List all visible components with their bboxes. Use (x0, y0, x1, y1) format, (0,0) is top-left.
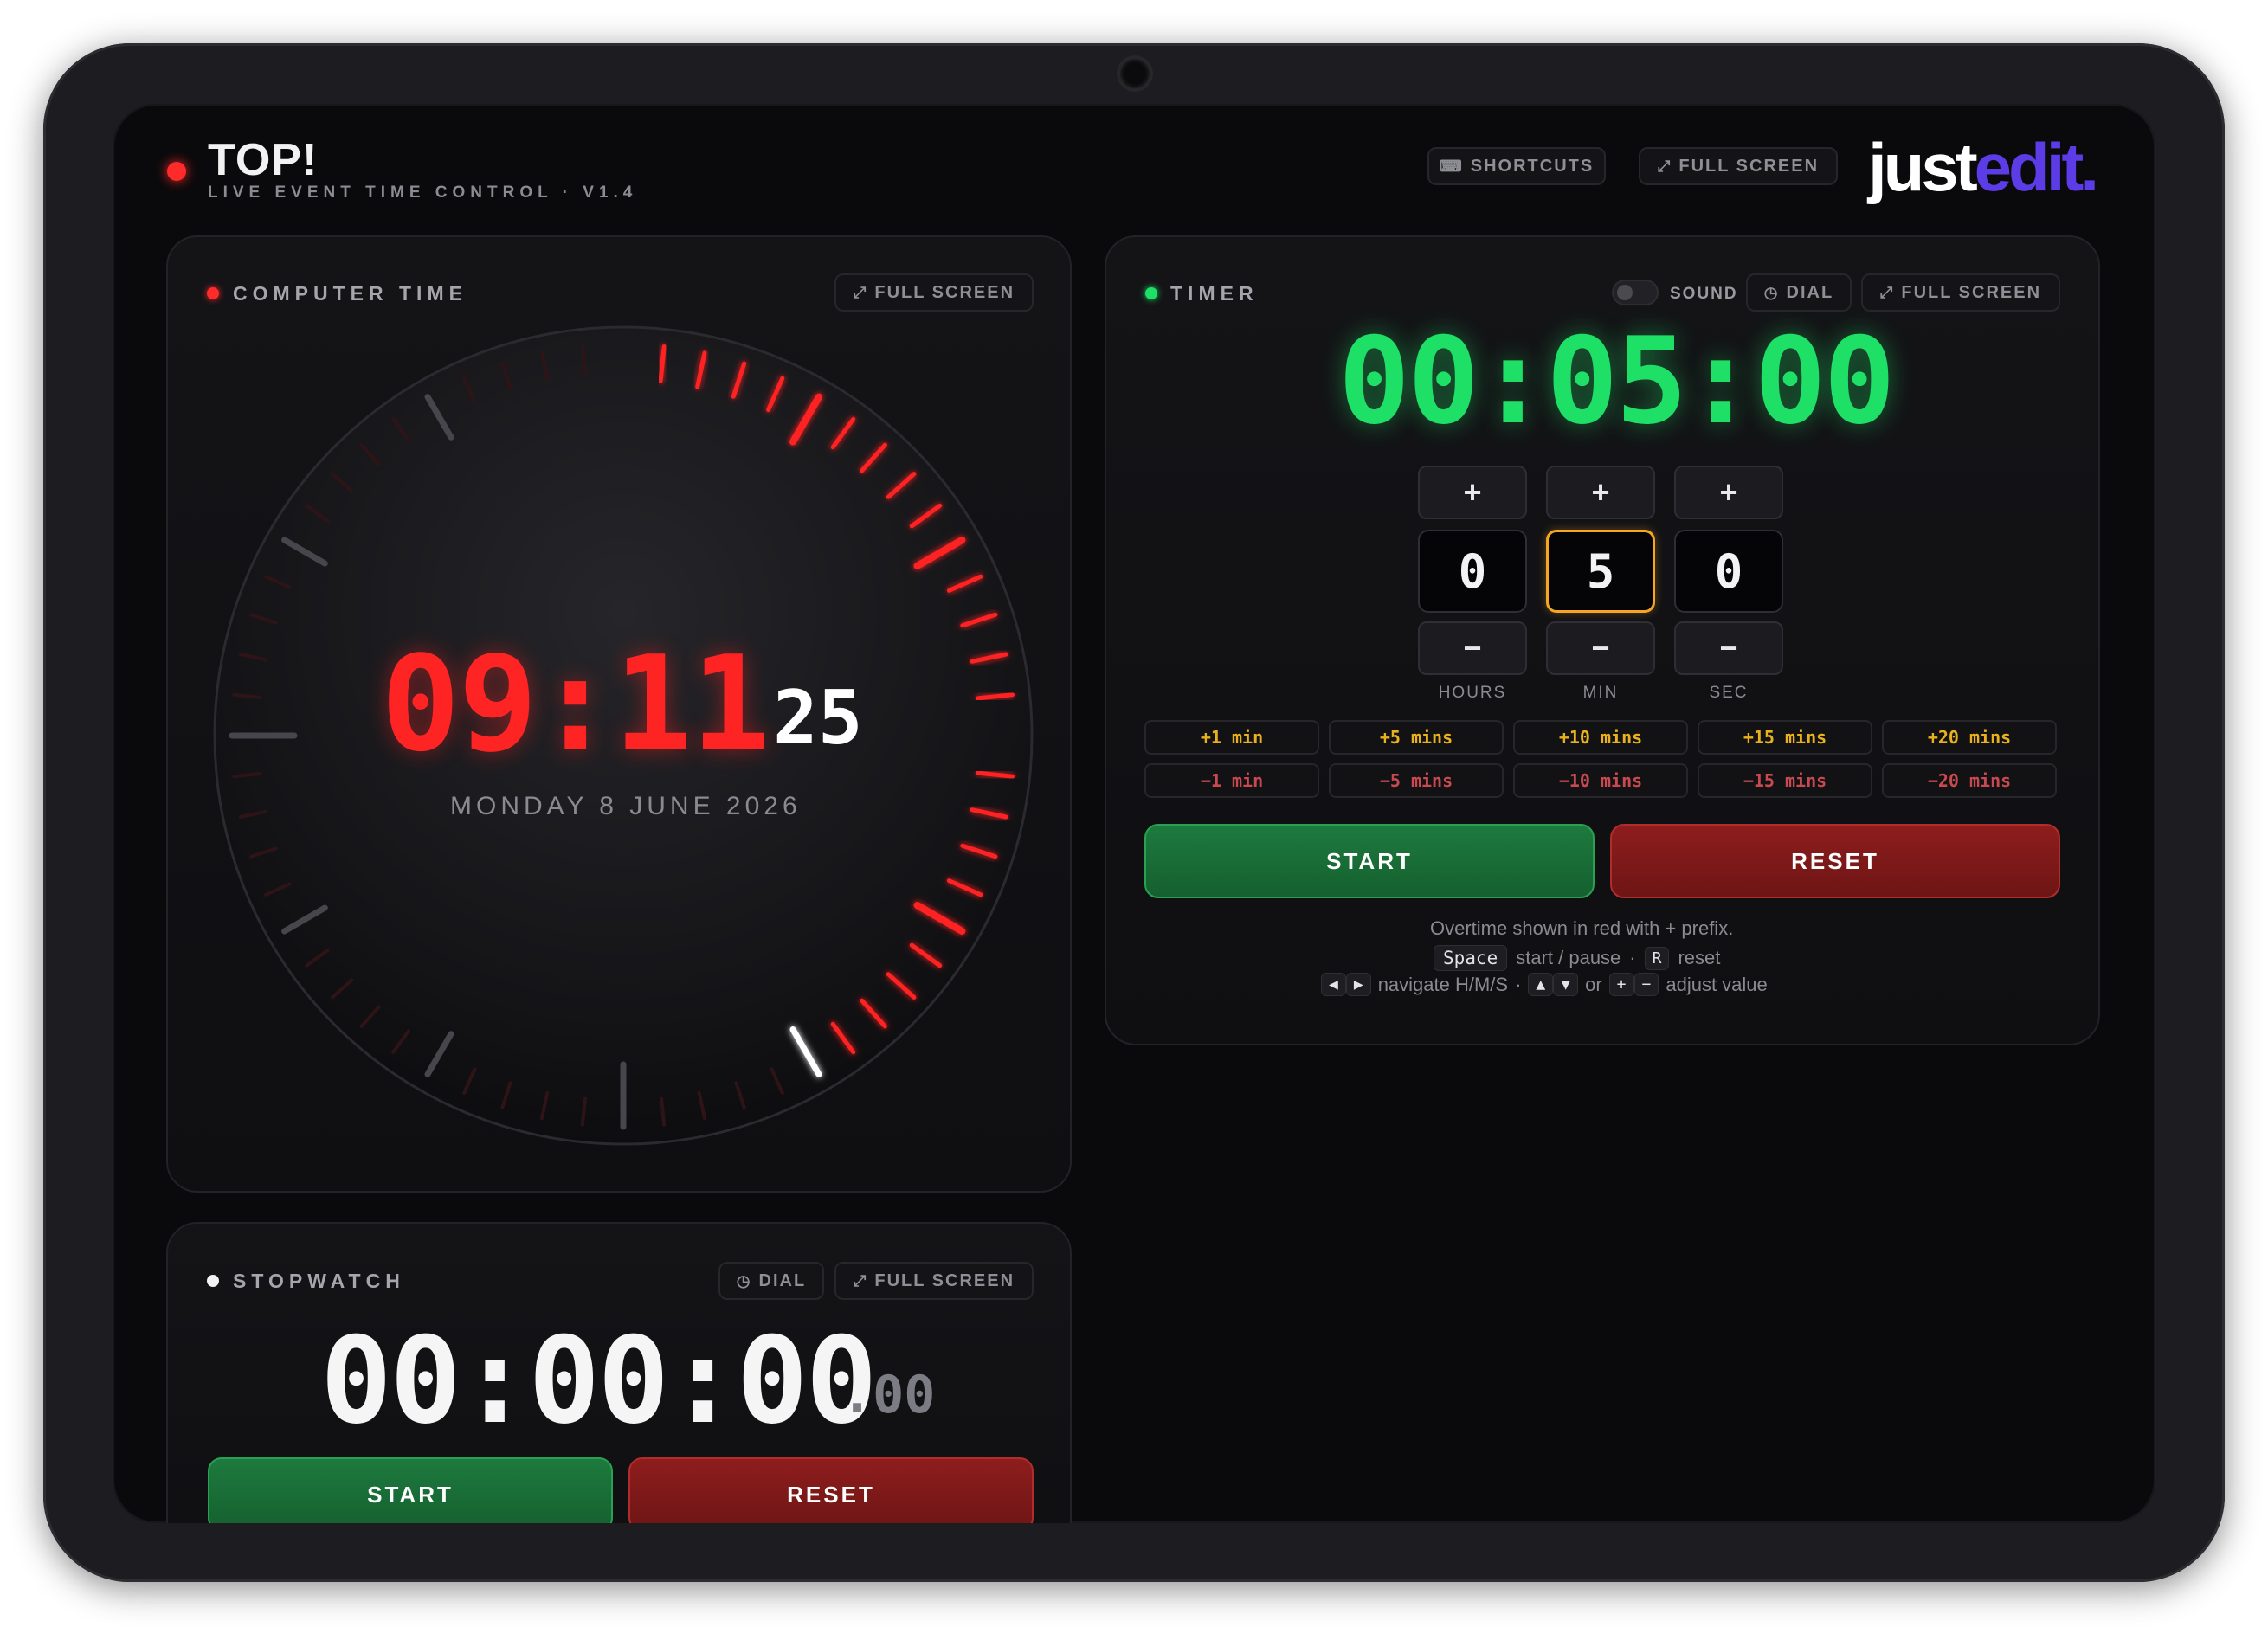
timer-fullscreen-button[interactable]: ⤢ FULL SCREEN (1861, 273, 2060, 312)
sec-increment-button[interactable]: + (1674, 466, 1783, 519)
stopwatch-dial-button[interactable]: ◷ DIAL (718, 1262, 824, 1300)
key-left: ◀ (1321, 973, 1346, 996)
sound-label: SOUND (1670, 285, 1738, 303)
hours-label: HOURS (1438, 684, 1507, 702)
hours-increment-button[interactable]: + (1418, 466, 1527, 519)
stopwatch-panel-label: STOPWATCH (233, 1270, 405, 1292)
shortcuts-button[interactable]: ⌨ SHORTCUTS (1427, 147, 1606, 185)
preset-add-5-mins[interactable]: +5 mins (1329, 720, 1504, 755)
clock-status-dot (207, 287, 219, 299)
app-title: TOP! (208, 135, 319, 185)
app-screen: TOP! LIVE EVENT TIME CONTROL · V1.4 ⌨ SH… (113, 104, 2155, 1523)
sec-field[interactable]: 0 (1674, 530, 1783, 613)
clock-panel-label: COMPUTER TIME (233, 282, 467, 305)
sec-decrement-button[interactable]: − (1674, 621, 1783, 675)
timer-start-button[interactable]: START (1144, 824, 1595, 898)
sound-toggle[interactable] (1612, 280, 1659, 305)
expand-icon: ⤢ (1657, 157, 1672, 175)
key-right: ▶ (1345, 973, 1371, 996)
stopwatch-start-button[interactable]: START (208, 1457, 613, 1523)
sound-toggle-knob (1617, 285, 1633, 300)
camera-icon (1120, 59, 1150, 88)
min-label: MIN (1582, 684, 1619, 702)
fullscreen-label: FULL SCREEN (1678, 156, 1820, 176)
preset-sub-15-mins[interactable]: −15 mins (1698, 763, 1872, 798)
key-up: ▲ (1528, 973, 1554, 996)
help-overtime: Overtime shown in red with + prefix. (1430, 917, 1734, 939)
key-space: Space (1434, 945, 1508, 971)
clock-icon: ◷ (736, 1271, 752, 1289)
preset-sub-5-mins[interactable]: −5 mins (1329, 763, 1504, 798)
clock-seconds: 25 (773, 675, 863, 762)
preset-sub-10-mins[interactable]: −10 mins (1513, 763, 1688, 798)
shortcuts-label: SHORTCUTS (1470, 156, 1595, 176)
app-subtitle: LIVE EVENT TIME CONTROL · V1.4 (208, 183, 638, 202)
stopwatch-reset-button[interactable]: RESET (628, 1457, 1034, 1523)
timer-reset-button[interactable]: RESET (1610, 824, 2060, 898)
preset-sub-1-min[interactable]: −1 min (1144, 763, 1319, 798)
min-field[interactable]: 5 (1546, 530, 1655, 613)
stopwatch-status-dot (207, 1275, 219, 1287)
clock-hours-minutes: 09:11 (381, 627, 770, 781)
stopwatch-display: 00:00:00 (320, 1311, 878, 1450)
hours-field[interactable]: 0 (1418, 530, 1527, 613)
sec-label: SEC (1709, 684, 1749, 702)
timer-display: 00:05:00 (1338, 312, 1896, 451)
timer-panel-label: TIMER (1170, 282, 1259, 305)
timer-status-dot (1145, 287, 1157, 299)
preset-add-10-mins[interactable]: +10 mins (1513, 720, 1688, 755)
hours-decrement-button[interactable]: − (1418, 621, 1527, 675)
timer-dial-button[interactable]: ◷ DIAL (1746, 273, 1852, 312)
expand-icon: ⤢ (853, 1271, 868, 1289)
help-keys-line1: Space start / pause · R reset (1434, 945, 1720, 971)
help-keys-line2: ◀ ▶ navigate H/M/S · ▲ ▼ or + − adjust v… (1321, 973, 1768, 996)
app-fullscreen-button[interactable]: ⤢ FULL SCREEN (1639, 147, 1838, 185)
preset-sub-20-mins[interactable]: −20 mins (1882, 763, 2057, 798)
min-decrement-button[interactable]: − (1546, 621, 1655, 675)
clock-date: MONDAY 8 JUNE 2026 (450, 792, 802, 820)
key-minus: − (1633, 973, 1659, 996)
key-down: ▼ (1553, 973, 1579, 996)
live-indicator-dot (167, 162, 186, 181)
preset-add-20-mins[interactable]: +20 mins (1882, 720, 2057, 755)
keyboard-icon: ⌨ (1439, 157, 1464, 175)
brand-logo: justedit. (1868, 129, 2099, 205)
preset-add-15-mins[interactable]: +15 mins (1698, 720, 1872, 755)
stopwatch-fullscreen-button[interactable]: ⤢ FULL SCREEN (834, 1262, 1034, 1300)
preset-add-1-min[interactable]: +1 min (1144, 720, 1319, 755)
expand-icon: ⤢ (1879, 283, 1895, 301)
min-increment-button[interactable]: + (1546, 466, 1655, 519)
clock-fullscreen-button[interactable]: ⤢ FULL SCREEN (834, 273, 1034, 312)
expand-icon: ⤢ (853, 283, 868, 301)
stopwatch-centiseconds: .00 (841, 1365, 936, 1425)
clock-icon: ◷ (1763, 283, 1780, 301)
key-plus: + (1608, 973, 1634, 996)
key-r: R (1644, 946, 1670, 970)
